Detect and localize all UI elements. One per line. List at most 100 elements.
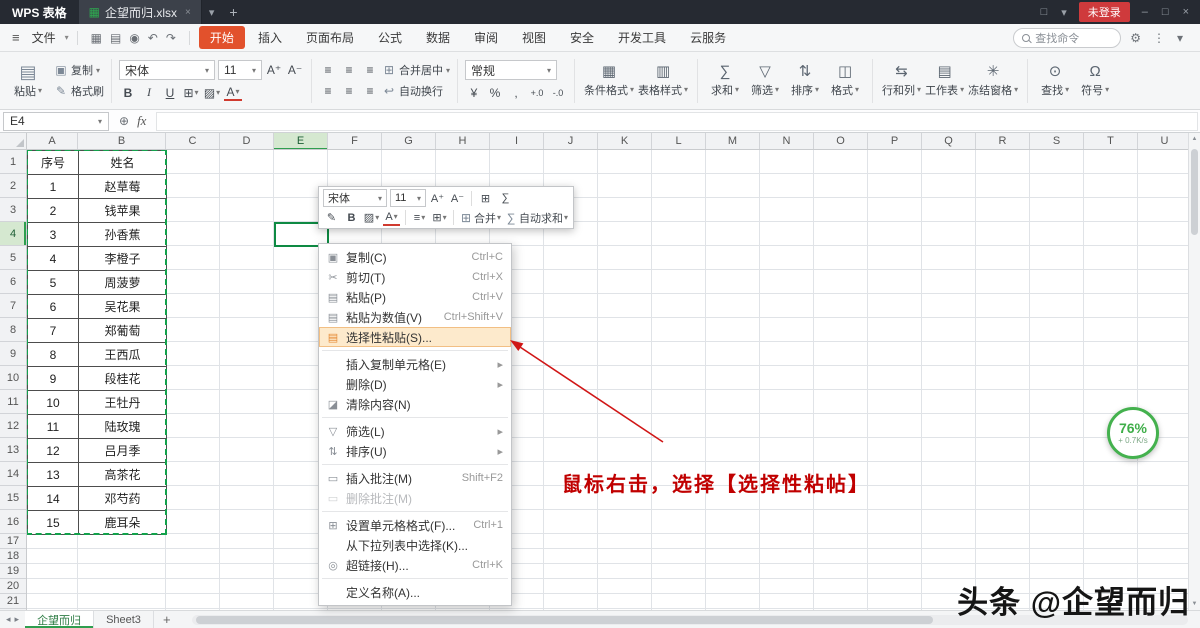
fx-icon[interactable]: fx (137, 113, 146, 129)
align-bottom-icon[interactable]: ≡ (361, 62, 379, 79)
tab-scroll-left-icon[interactable]: ◂ (6, 614, 11, 625)
row-header-19[interactable]: 19 (0, 564, 26, 579)
menu-云服务[interactable]: 云服务 (679, 26, 737, 49)
mini-font-size-select[interactable]: 11 ▾ (390, 189, 426, 207)
borders-icon[interactable]: ⊞ ▾ (182, 84, 200, 101)
menu-安全[interactable]: 安全 (559, 26, 605, 49)
cell-A1[interactable]: 序号 (28, 151, 79, 175)
cell-A12[interactable]: 11 (28, 415, 79, 439)
row-header-10[interactable]: 10 (0, 366, 26, 390)
cell-B14[interactable]: 高茶花 (79, 463, 167, 487)
settings-gear-icon[interactable]: ⚙ (1127, 31, 1144, 45)
menu-视图[interactable]: 视图 (511, 26, 557, 49)
menu-数据[interactable]: 数据 (415, 26, 461, 49)
context-menu-item-insert-copied-cells[interactable]: 插入复制单元格(E) ▸ (319, 354, 511, 374)
find-button[interactable]: ⊙ 查找 ▾ (1035, 56, 1075, 106)
table-style-button[interactable]: ▥ 表格样式 ▾ (636, 56, 690, 106)
cell-B11[interactable]: 王牡丹 (79, 391, 167, 415)
row-header-2[interactable]: 2 (0, 174, 26, 198)
formula-input[interactable] (156, 111, 1198, 131)
row-header-4[interactable]: 4 (0, 222, 26, 246)
cell-A10[interactable]: 9 (28, 367, 79, 391)
align-middle-icon[interactable]: ≡ (340, 62, 358, 79)
login-button[interactable]: 未登录 (1078, 2, 1130, 22)
currency-icon[interactable]: ¥ (465, 84, 483, 101)
cell-A15[interactable]: 14 (28, 487, 79, 511)
file-caret-icon[interactable]: ▾ (62, 33, 72, 42)
undo-icon[interactable]: ↶ (144, 31, 162, 45)
cell-A16[interactable]: 15 (28, 511, 79, 535)
more-options-icon[interactable]: ⋮ (1150, 31, 1168, 45)
cell-A13[interactable]: 12 (28, 439, 79, 463)
mini-fill-color-icon[interactable]: ▨ ▾ (363, 209, 380, 226)
cell-A6[interactable]: 5 (28, 271, 79, 295)
column-header-K[interactable]: K (598, 133, 652, 149)
sheet-tab-Sheet3[interactable]: Sheet3 (94, 611, 154, 628)
context-menu-item-paste-special[interactable]: ▤ 选择性粘贴(S)... (319, 327, 511, 347)
cell-B12[interactable]: 陆玫瑰 (79, 415, 167, 439)
align-left-icon[interactable]: ≡ (319, 83, 337, 100)
scroll-up-icon[interactable]: ▲ (1189, 133, 1200, 145)
mini-format-painter-icon[interactable]: ✎ (323, 209, 340, 226)
cell-B8[interactable]: 郑葡萄 (79, 319, 167, 343)
cell-B15[interactable]: 邓芍药 (79, 487, 167, 511)
row-header-17[interactable]: 17 (0, 534, 26, 549)
increase-font-icon[interactable]: A⁺ (265, 62, 283, 79)
cell-B9[interactable]: 王西瓜 (79, 343, 167, 367)
row-header-9[interactable]: 9 (0, 342, 26, 366)
copy-button[interactable]: ▣ 复制 ▾ (54, 62, 104, 78)
select-all-corner[interactable] (0, 133, 27, 150)
name-box[interactable]: E4 ▾ (3, 111, 109, 131)
row-header-12[interactable]: 12 (0, 414, 26, 438)
context-menu-item-delete[interactable]: 删除(D) ▸ (319, 374, 511, 394)
cell-B4[interactable]: 孙香蕉 (79, 223, 167, 247)
cell-A9[interactable]: 8 (28, 343, 79, 367)
sheet-canvas[interactable]: 序号 姓名 1 赵草莓 2 钱苹果 3 孙香蕉 4 李橙子 5 周菠萝 6 吴花果 7 郑葡萄 8 王西瓜 9 段桂花… (27, 150, 1188, 610)
row-header-21[interactable]: 21 (0, 594, 26, 609)
redo-icon[interactable]: ↷ (162, 31, 180, 45)
cell-A14[interactable]: 13 (28, 463, 79, 487)
tab-close-icon[interactable]: × (185, 7, 191, 18)
hamburger-icon[interactable]: ≡ (6, 30, 26, 45)
mini-bold-icon[interactable]: B (343, 209, 360, 226)
symbol-button[interactable]: Ω 符号 ▾ (1075, 56, 1115, 106)
bold-icon[interactable]: B (119, 84, 137, 101)
column-header-O[interactable]: O (814, 133, 868, 149)
insert-function-icon[interactable]: ⊕ (119, 114, 129, 128)
column-header-H[interactable]: H (436, 133, 490, 149)
column-header-A[interactable]: A (27, 133, 78, 149)
cell-A7[interactable]: 6 (28, 295, 79, 319)
sheet-tab-企望而归[interactable]: 企望而归 (25, 611, 95, 628)
cell-A2[interactable]: 1 (28, 175, 79, 199)
document-tab[interactable]: ▦ 企望而归.xlsx × (78, 0, 202, 24)
cell-A4[interactable]: 3 (28, 223, 79, 247)
row-header-20[interactable]: 20 (0, 579, 26, 594)
print-icon[interactable]: ▤ (106, 31, 125, 45)
cell-B10[interactable]: 段桂花 (79, 367, 167, 391)
tab-list-icon[interactable]: ▾ (202, 6, 222, 19)
context-menu-item-hyperlink[interactable]: ◎ 超链接(H)... Ctrl+K (319, 555, 511, 575)
row-header-5[interactable]: 5 (0, 246, 26, 270)
cell-B16[interactable]: 鹿耳朵 (79, 511, 167, 535)
cell-A8[interactable]: 7 (28, 319, 79, 343)
cell-B7[interactable]: 吴花果 (79, 295, 167, 319)
align-center-icon[interactable]: ≡ (340, 83, 358, 100)
column-header-N[interactable]: N (760, 133, 814, 149)
layout-switch-icon[interactable]: □ (1034, 6, 1055, 18)
mini-font-name-select[interactable]: 宋体 ▾ (323, 189, 387, 207)
row-header-13[interactable]: 13 (0, 438, 26, 462)
row-header-3[interactable]: 3 (0, 198, 26, 222)
vertical-scrollbar[interactable]: ▲ ▼ (1188, 133, 1200, 610)
sum-button[interactable]: ∑ 求和 ▾ (705, 56, 745, 106)
freeze-button[interactable]: ✳ 冻结窗格 ▾ (966, 56, 1020, 106)
cell-B13[interactable]: 吕月季 (79, 439, 167, 463)
cell-B5[interactable]: 李橙子 (79, 247, 167, 271)
menu-插入[interactable]: 插入 (247, 26, 293, 49)
increase-decimal-icon[interactable]: +.0 (528, 84, 546, 101)
file-menu[interactable]: 文件 (26, 27, 62, 48)
cell-B6[interactable]: 周菠萝 (79, 271, 167, 295)
cell-B3[interactable]: 钱苹果 (79, 199, 167, 223)
mini-increase-font-icon[interactable]: A⁺ (429, 190, 446, 207)
row-header-15[interactable]: 15 (0, 486, 26, 510)
maximize-icon[interactable]: □ (1155, 6, 1176, 18)
